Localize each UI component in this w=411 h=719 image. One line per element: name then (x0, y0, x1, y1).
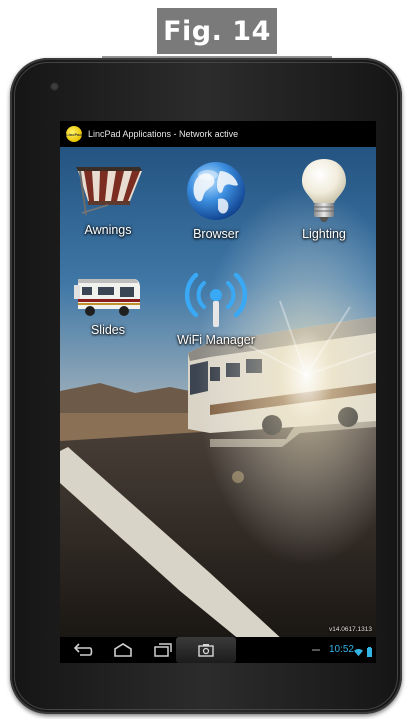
home-icon[interactable] (112, 642, 134, 658)
app-icon-text: LincPad (66, 131, 82, 137)
globe-icon (187, 162, 245, 220)
system-status-icons (353, 644, 372, 662)
app-wifi-manager[interactable]: WiFi Manager (171, 265, 261, 347)
camera-icon (50, 82, 59, 91)
clock-time: 10:52 (328, 644, 354, 655)
recent-apps-icon[interactable] (152, 642, 174, 658)
status-bar: LincPad LincPad Applications - Network a… (60, 121, 376, 147)
app-slides[interactable]: Slides (63, 273, 153, 337)
awning-icon (76, 167, 142, 216)
screenshot-button[interactable] (176, 637, 236, 663)
app-label-lighting: Lighting (302, 227, 346, 241)
lincpad-logo-icon: LincPad (66, 126, 82, 142)
app-label-browser: Browser (193, 227, 239, 241)
app-awnings[interactable]: Awnings (63, 161, 153, 237)
battery-icon (367, 647, 372, 657)
lightbulb-icon (302, 159, 346, 222)
version-text: v14.0617.1313 (328, 626, 372, 633)
wifi-icon (353, 648, 363, 657)
screenshot-icon (198, 644, 214, 657)
tablet-screen: LincPad LincPad Applications - Network a… (60, 121, 376, 663)
navigation-bar: 10:52 (60, 637, 376, 663)
wifi-antenna-icon (184, 272, 248, 327)
app-label-slides: Slides (90, 323, 126, 337)
rv-slides-icon (74, 279, 140, 316)
status-title: LincPad Applications - Network active (88, 129, 239, 139)
app-label-wifi-manager: WiFi Manager (177, 333, 255, 347)
app-browser[interactable]: Browser (171, 159, 261, 241)
overflow-indicator (312, 649, 320, 651)
figure-label: Fig. 14 (157, 8, 277, 54)
back-icon[interactable] (72, 642, 94, 658)
app-label-awnings: Awnings (84, 223, 132, 237)
app-lighting[interactable]: Lighting (279, 157, 369, 241)
